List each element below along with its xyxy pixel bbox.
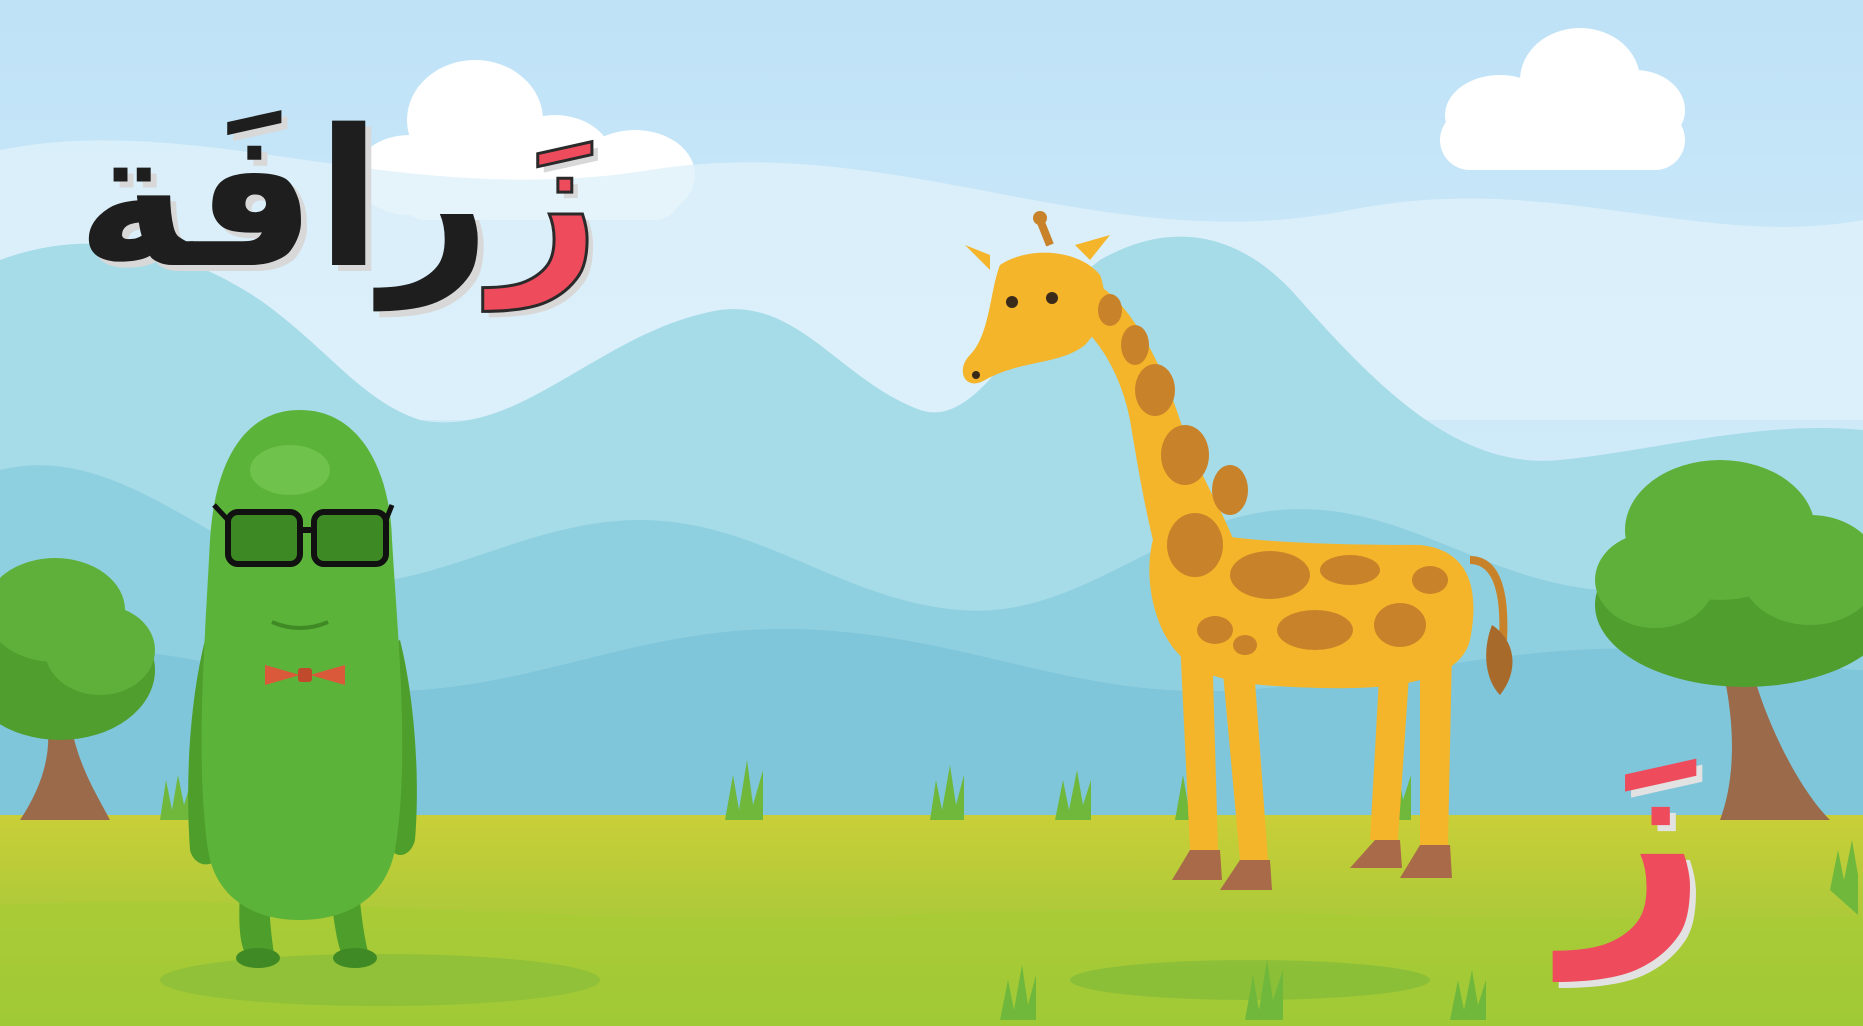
title-word-rest: رافَة	[76, 89, 491, 310]
featured-letter: زَ	[1563, 689, 1707, 980]
ground-patch	[160, 954, 600, 1006]
title-word: زَرافَة	[76, 60, 601, 340]
title-word-first-letter: زَ	[489, 88, 601, 312]
